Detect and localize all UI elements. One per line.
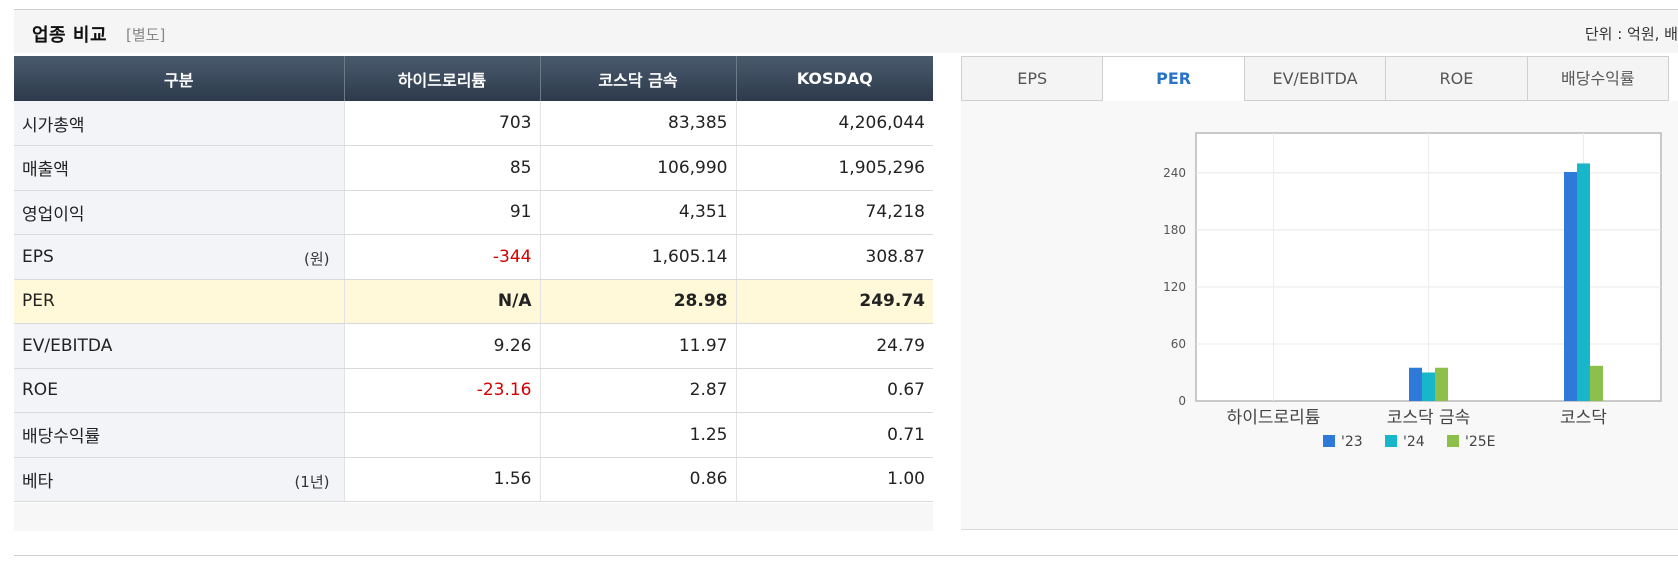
row-label-cell: 매출액	[14, 145, 345, 191]
value-cell: 0.86	[540, 457, 737, 502]
value-cell: 83,385	[540, 101, 737, 146]
tab-per[interactable]: PER	[1103, 56, 1245, 101]
table-row: 영업이익 91 4,351 74,218	[14, 190, 933, 235]
comparison-table: 구분 하이드로리튬 코스닥 금속 KOSDAQ 시가총액 703 83,385 4,2…	[14, 56, 933, 502]
value-cell: -23.16	[344, 368, 541, 413]
bar-23	[1564, 171, 1577, 401]
row-label: 매출액	[22, 160, 69, 181]
metric-tabs: EPS PER EV/EBITDA ROE 배당수익률	[961, 56, 1670, 101]
table-row: 매출액 85 106,990 1,905,296	[14, 145, 933, 191]
tab-eps[interactable]: EPS	[961, 56, 1104, 101]
y-tick-label: 240	[1163, 166, 1186, 180]
row-label: EV/EBITDA	[22, 335, 113, 356]
section-header	[14, 10, 1678, 53]
legend-label: '23	[1341, 434, 1363, 450]
table-row: 베타 (1년) 1.56 0.86 1.00	[14, 457, 933, 502]
value-cell: 85	[344, 145, 541, 191]
value-cell: 9.26	[344, 323, 541, 369]
legend-label: '24	[1403, 434, 1425, 450]
table-row: 시가총액 703 83,385 4,206,044	[14, 101, 933, 146]
unit-label: 단위 : 억원, 배	[1584, 25, 1678, 43]
row-label: ROE	[22, 380, 58, 401]
value-cell: 74,218	[736, 190, 933, 235]
row-label: 영업이익	[22, 204, 85, 225]
row-label: 배당수익률	[22, 427, 101, 448]
bar-24	[1577, 163, 1590, 401]
table-row: EV/EBITDA 9.26 11.97 24.79	[14, 323, 933, 369]
table-row: ROE -23.16 2.87 0.67	[14, 368, 933, 413]
row-label-cell: 베타 (1년)	[14, 457, 345, 502]
value-cell: 4,206,044	[736, 101, 933, 146]
value-cell: 11.97	[540, 323, 737, 369]
value-cell: 1,605.14	[540, 234, 737, 280]
row-label-cell: 영업이익	[14, 190, 345, 235]
row-label-cell: ROE	[14, 368, 345, 413]
bar-25E	[1435, 367, 1448, 401]
bar-24	[1422, 372, 1435, 401]
value-cell: -344	[344, 234, 541, 280]
value-cell: 308.87	[736, 234, 933, 280]
row-label-cell: PER	[14, 279, 345, 324]
row-label-cell: 시가총액	[14, 101, 345, 146]
value-cell: 1.25	[540, 412, 737, 458]
y-tick-label: 0	[1178, 394, 1186, 408]
value-cell: 1,905,296	[736, 145, 933, 191]
row-label: 시가총액	[22, 115, 85, 136]
row-label: PER	[22, 291, 55, 312]
legend-label: '25E	[1465, 434, 1496, 450]
value-cell	[344, 412, 541, 458]
section-title: 업종 비교	[32, 25, 108, 46]
y-tick-label: 60	[1171, 337, 1186, 351]
chart-divider	[961, 529, 1678, 530]
bottom-divider	[14, 555, 1678, 556]
row-label: EPS	[22, 246, 54, 267]
row-label-cell: EV/EBITDA	[14, 323, 345, 369]
y-tick-label: 180	[1163, 223, 1186, 237]
tab-dividend-yield[interactable]: 배당수익률	[1527, 56, 1670, 101]
column-header: 구분	[14, 56, 345, 101]
column-header: 코스닥 금속	[540, 56, 737, 101]
value-cell: N/A	[344, 279, 541, 324]
value-cell: 28.98	[540, 279, 737, 324]
value-cell: 0.67	[736, 368, 933, 413]
bar-23	[1409, 367, 1422, 401]
row-unit: (1년)	[294, 472, 330, 491]
section-subtitle: [별도]	[126, 26, 166, 44]
column-header: KOSDAQ	[736, 56, 933, 101]
value-cell: 106,990	[540, 145, 737, 191]
tab-roe[interactable]: ROE	[1386, 56, 1528, 101]
value-cell: 249.74	[736, 279, 933, 324]
industry-comparison-page: 업종 비교 [별도] 단위 : 억원, 배 구분 하이드로리튬 코스닥 금속 K…	[0, 0, 1678, 570]
table-row: PER N/A 28.98 249.74	[14, 279, 933, 324]
value-cell: 0.71	[736, 412, 933, 458]
legend-swatch	[1385, 435, 1397, 447]
value-cell: 24.79	[736, 323, 933, 369]
table-footer-area	[14, 503, 933, 531]
value-cell: 1.00	[736, 457, 933, 502]
table-header-row: 구분 하이드로리튬 코스닥 금속 KOSDAQ	[14, 56, 933, 101]
legend-swatch	[1323, 435, 1335, 447]
x-tick-label: 하이드로리튬	[1227, 408, 1321, 428]
value-cell: 1.56	[344, 457, 541, 502]
value-cell: 4,351	[540, 190, 737, 235]
value-cell: 703	[344, 101, 541, 146]
table-row: 배당수익률 1.25 0.71	[14, 412, 933, 458]
y-tick-label: 120	[1163, 280, 1186, 294]
legend-swatch	[1447, 435, 1459, 447]
x-tick-label: 코스닥 금속	[1387, 408, 1471, 428]
tab-ev-ebitda[interactable]: EV/EBITDA	[1244, 56, 1387, 101]
per-bar-chart: 0 60 120 180 240 하이드로리튬 코스닥 금속 코스닥 '23 '24 '25E	[1163, 132, 1662, 450]
row-label-cell: 배당수익률	[14, 412, 345, 458]
bar-25E	[1590, 365, 1603, 401]
row-label: 베타	[22, 471, 54, 492]
row-label-cell: EPS (원)	[14, 234, 345, 280]
value-cell: 91	[344, 190, 541, 235]
chart-panel: 0 60 120 180 240 하이드로리튬 코스닥 금속 코스닥 '23 '24 '25E	[961, 101, 1678, 529]
value-cell: 2.87	[540, 368, 737, 413]
x-tick-label: 코스닥	[1560, 408, 1607, 428]
row-unit: (원)	[303, 250, 330, 268]
column-header: 하이드로리튬	[344, 56, 541, 101]
table-row: EPS (원) -344 1,605.14 308.87	[14, 234, 933, 280]
